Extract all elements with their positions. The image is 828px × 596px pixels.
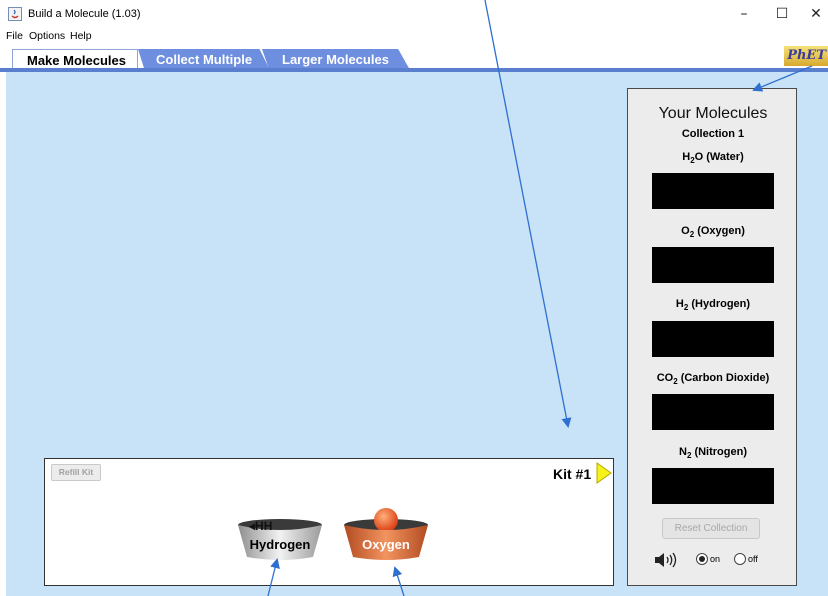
molecule-slot-hydrogen[interactable] (652, 321, 774, 357)
hydrogen-bucket-label: Hydrogen (249, 537, 311, 552)
reset-collection-button[interactable]: Reset Collection (662, 518, 760, 539)
oxygen-bucket[interactable]: Oxygen (341, 508, 431, 561)
maximize-button[interactable]: ☐ (768, 4, 796, 24)
sound-off-radio[interactable] (734, 553, 746, 565)
molecule-slot-oxygen[interactable] (652, 247, 774, 283)
molecule-label-carbon-dioxide: CO2 (Carbon Dioxide) (656, 372, 770, 386)
sound-on-radio[interactable] (696, 553, 708, 565)
hydrogen-atoms-in-bucket[interactable]: ◂HH (249, 519, 272, 533)
refill-kit-button[interactable]: Refill Kit (51, 464, 101, 481)
oxygen-bucket-icon (344, 508, 428, 560)
speaker-icon (655, 552, 677, 568)
oxygen-bucket-label: Oxygen (362, 537, 410, 552)
kit-label: Kit #1 (553, 466, 592, 482)
minimize-button[interactable]: – (730, 4, 758, 24)
oxygen-atom-icon (374, 508, 398, 532)
molecule-label-water: H2O (Water) (682, 151, 744, 165)
molecule-slot-water[interactable] (652, 173, 774, 209)
sound-off-label: off (748, 554, 758, 564)
hydrogen-bucket[interactable]: ◂HH Hydrogen (235, 517, 325, 561)
menu-bar: File Options Help (0, 28, 828, 44)
molecule-slot-nitrogen[interactable] (652, 468, 774, 504)
sound-on-label: on (710, 554, 721, 564)
tab-make-molecules[interactable]: Make Molecules (12, 49, 138, 70)
java-app-icon (8, 7, 22, 21)
menu-options[interactable]: Options (29, 30, 65, 42)
collection-subtitle: Collection 1 (681, 128, 745, 140)
window-title: Build a Molecule (1.03) (28, 8, 141, 20)
kit-panel: Refill Kit Kit #1 ◂HH Hydrogen Oxygen (44, 458, 614, 586)
collection-title: Your Molecules (658, 105, 768, 122)
molecule-label-nitrogen: N2 (Nitrogen) (678, 446, 747, 460)
phet-logo-text: PhET (787, 48, 826, 63)
menu-file[interactable]: File (6, 30, 23, 42)
molecule-slot-carbon-dioxide[interactable] (652, 394, 774, 430)
phet-logo[interactable]: PhET (784, 46, 828, 66)
tab-collect-multiple[interactable]: Collect Multiple (138, 49, 270, 70)
collection-panel: Your Molecules Collection 1 H2O (Water) … (627, 88, 797, 586)
menu-help[interactable]: Help (70, 30, 92, 42)
title-bar: Build a Molecule (1.03) – ☐ ✕ (0, 0, 828, 28)
molecule-label-oxygen: O2 (Oxygen) (681, 225, 745, 239)
next-kit-arrow-icon[interactable] (596, 462, 612, 484)
tab-larger-molecules[interactable]: Larger Molecules (262, 49, 410, 70)
close-button[interactable]: ✕ (802, 4, 828, 24)
molecule-label-hydrogen: H2 (Hydrogen) (675, 298, 751, 312)
